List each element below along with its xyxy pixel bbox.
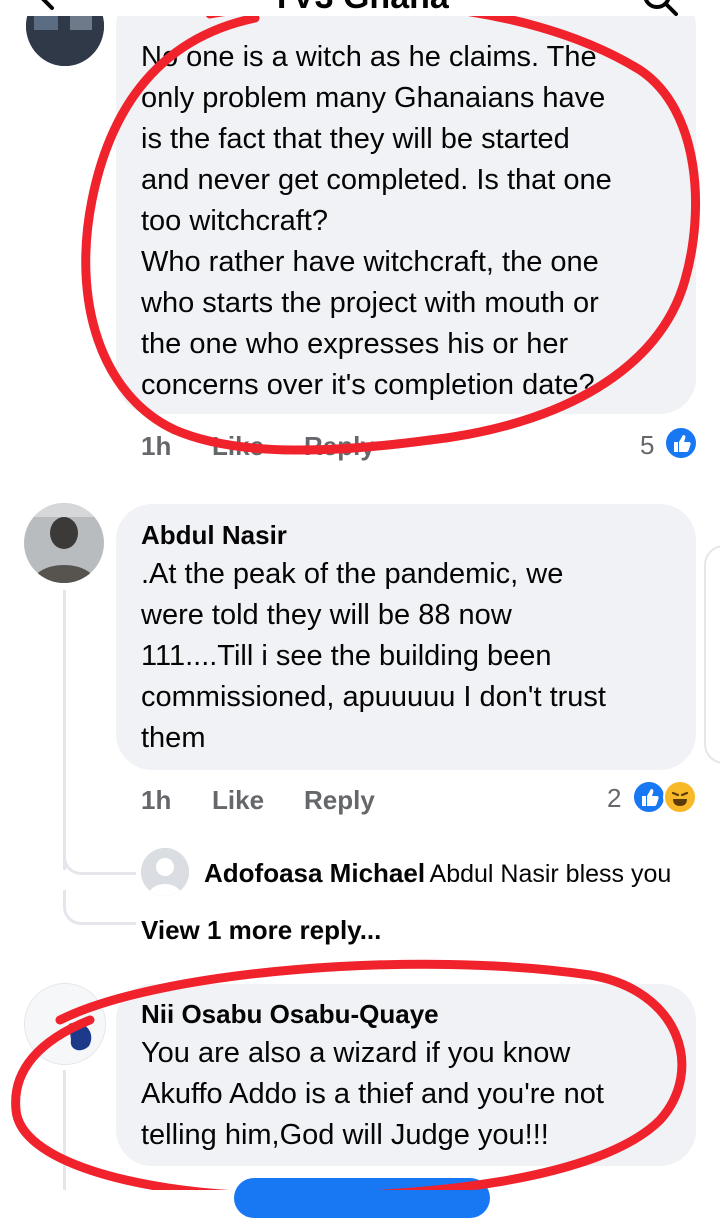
comment-text: .At the peak of the pandemic, we were to…	[141, 558, 606, 754]
scroll-handle[interactable]	[704, 545, 720, 764]
avatar-photo	[25, 984, 105, 1064]
reply-avatar[interactable]	[141, 848, 189, 896]
view-more-replies-link[interactable]: View 1 more reply...	[141, 915, 381, 946]
comment-time: 1h	[141, 431, 172, 461]
reply-row: Adofoasa Michael Abdul Nasir bless you	[204, 858, 714, 889]
like-button[interactable]: Like	[212, 785, 264, 816]
thread-line	[63, 590, 66, 870]
like-reaction-icon[interactable]	[664, 426, 698, 460]
reaction-count: 2	[607, 783, 622, 813]
thread-line	[63, 1070, 66, 1190]
avatar-photo	[24, 503, 104, 583]
reply-text: Abdul Nasir bless you	[429, 860, 672, 888]
thread-connector	[63, 840, 136, 875]
page-title: TV3 Ghana	[0, 0, 720, 16]
like-reaction-icon[interactable]	[632, 780, 666, 814]
avatar[interactable]	[24, 983, 106, 1065]
new-comments-button[interactable]	[234, 1178, 490, 1218]
comment-author[interactable]: Abdul Nasir	[141, 520, 287, 551]
reply-author[interactable]: Adofoasa Michael	[204, 858, 425, 888]
reply-button[interactable]: Reply	[304, 431, 375, 462]
comment-text: No one is a witch as he claims. The only…	[141, 41, 612, 401]
avatar[interactable]	[24, 503, 104, 583]
comment-time: 1h	[141, 785, 172, 815]
thread-connector	[63, 890, 136, 925]
reply-button[interactable]: Reply	[304, 785, 375, 816]
comment-text: You are also a wizard if you know Akuffo…	[141, 1037, 604, 1151]
like-button[interactable]: Like	[212, 431, 264, 462]
top-bar: TV3 Ghana	[0, 0, 720, 16]
comment-author[interactable]: Nii Osabu Osabu-Quaye	[141, 999, 439, 1030]
search-icon[interactable]	[640, 0, 680, 16]
default-avatar-icon	[141, 848, 189, 896]
reaction-count: 5	[640, 430, 655, 460]
haha-reaction-icon[interactable]	[663, 780, 697, 814]
